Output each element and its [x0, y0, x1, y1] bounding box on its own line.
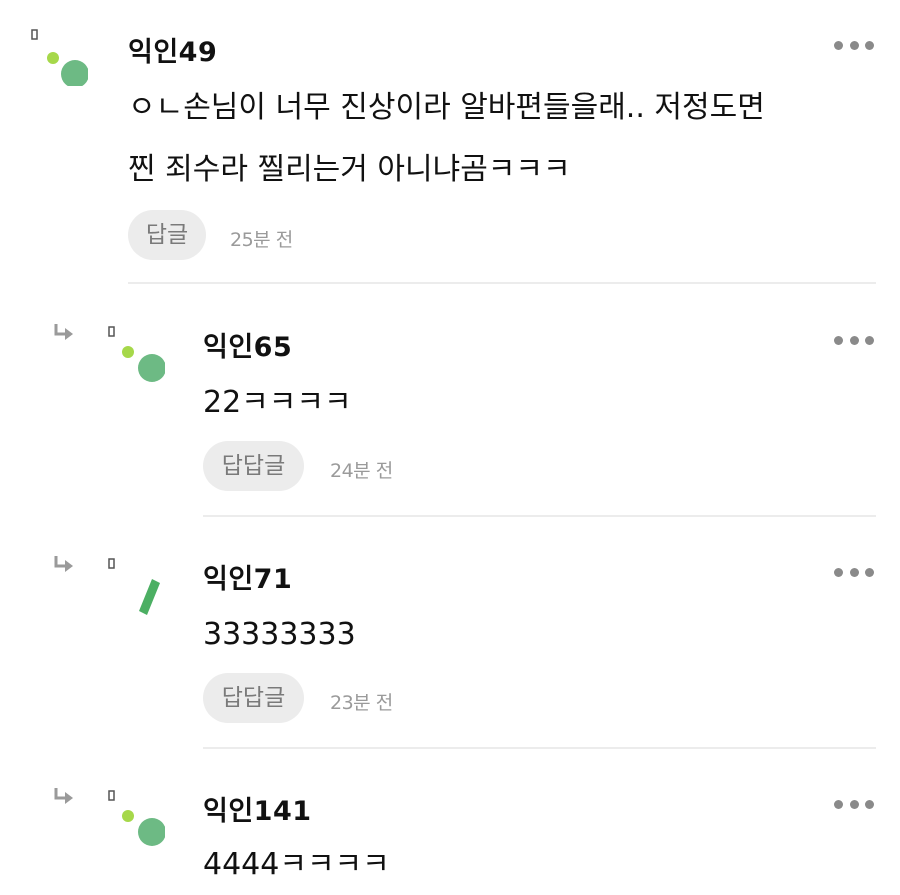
- reply-arrow-icon: [54, 788, 73, 804]
- timestamp: 23분 전: [330, 692, 393, 714]
- comment-text-line: 4444ㅋㅋㅋㅋ: [203, 847, 390, 882]
- author-name: 익인141: [203, 796, 312, 827]
- reply-comment-item: 익인71 33333333 답답글 23분 전: [0, 517, 900, 749]
- reply-button[interactable]: 답답글: [203, 673, 304, 723]
- avatar[interactable]: [105, 323, 165, 383]
- reply-button[interactable]: 답글: [128, 210, 206, 260]
- author-name: 익인49: [128, 37, 218, 68]
- author-name: 익인71: [203, 564, 293, 595]
- more-options-icon[interactable]: [834, 334, 874, 346]
- avatar[interactable]: [105, 555, 165, 615]
- reply-comment-item: 익인141 4444ㅋㅋㅋㅋ: [0, 749, 900, 893]
- timestamp: 25분 전: [230, 229, 293, 251]
- reply-arrow-icon: [54, 324, 73, 340]
- avatar[interactable]: [28, 26, 88, 86]
- more-options-icon[interactable]: [834, 798, 874, 810]
- divider: [128, 282, 876, 284]
- author-name: 익인65: [203, 332, 293, 363]
- reply-comment-item: 익인65 22ㅋㅋㅋㅋ 답답글 24분 전: [0, 285, 900, 517]
- comment-text-line: ㅇㄴ손님이 너무 진상이라 알바편들을래.. 저정도면: [128, 90, 765, 125]
- comment-text-line: 찐 죄수라 찔리는거 아니냐곰ㅋㅋㅋ: [128, 152, 571, 187]
- comment-item: 익인49 ㅇㄴ손님이 너무 진상이라 알바편들을래.. 저정도면 찐 죄수라 찔…: [0, 0, 900, 285]
- reply-button[interactable]: 답답글: [203, 441, 304, 491]
- comment-text-line: 22ㅋㅋㅋㅋ: [203, 385, 352, 420]
- comment-text-line: 33333333: [203, 617, 356, 652]
- reply-arrow-icon: [54, 556, 73, 572]
- timestamp: 24분 전: [330, 460, 393, 482]
- more-options-icon[interactable]: [834, 566, 874, 578]
- avatar[interactable]: [105, 787, 165, 847]
- more-options-icon[interactable]: [834, 39, 874, 51]
